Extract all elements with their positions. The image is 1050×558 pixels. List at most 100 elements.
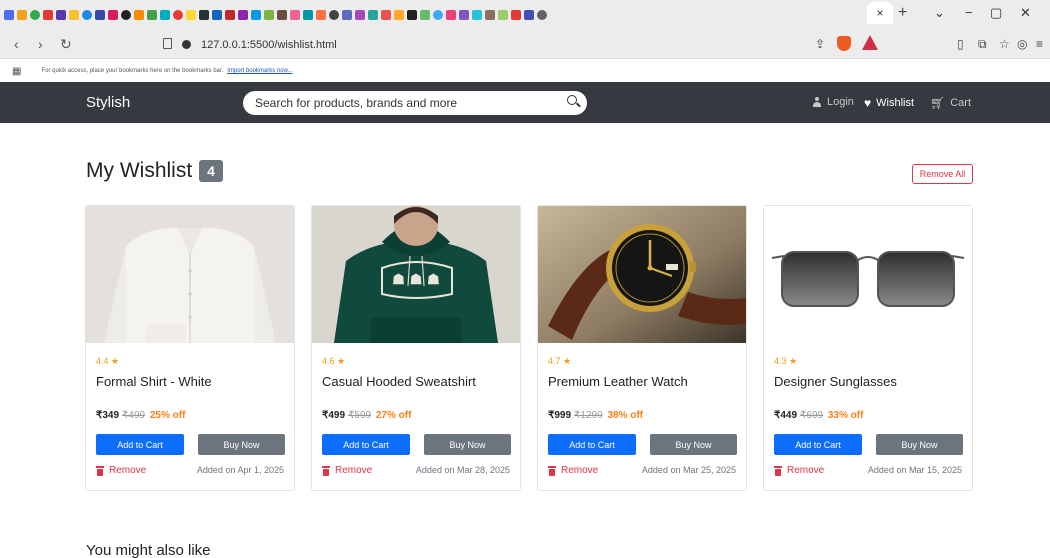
tab-favicon-icon[interactable]: [108, 10, 118, 20]
tab-favicon-icon[interactable]: [511, 10, 521, 20]
tab-favicon-icon[interactable]: [212, 10, 222, 20]
tab-favicon-icon[interactable]: [290, 10, 300, 20]
product-image[interactable]: [764, 206, 972, 343]
buy-now-button[interactable]: Buy Now: [650, 434, 737, 455]
remove-button[interactable]: Remove: [548, 465, 598, 476]
buy-now-button[interactable]: Buy Now: [876, 434, 963, 455]
tab-favicon-icon[interactable]: [173, 10, 183, 20]
tab-favicon-icon[interactable]: [264, 10, 274, 20]
vpn-shield-icon[interactable]: ◎: [1017, 37, 1027, 51]
search-input[interactable]: [255, 96, 555, 110]
tab-favicon-icon[interactable]: [329, 10, 339, 20]
remove-all-button[interactable]: Remove All: [912, 164, 973, 184]
forward-icon[interactable]: ›: [38, 36, 43, 52]
tab-favicon-icon[interactable]: [147, 10, 157, 20]
tab-favicon-icon[interactable]: [69, 10, 79, 20]
active-tab[interactable]: ×: [867, 2, 893, 24]
reload-icon[interactable]: ↻: [60, 36, 72, 53]
site-info-icon[interactable]: [182, 40, 191, 49]
tab-favicon-icon[interactable]: [303, 10, 313, 20]
remove-button[interactable]: Remove: [774, 465, 824, 476]
tab-favicon-icon[interactable]: [238, 10, 248, 20]
tab-favicon-icon[interactable]: [56, 10, 66, 20]
login-link[interactable]: Login: [812, 96, 854, 108]
tab-favicon-icon[interactable]: [537, 10, 547, 20]
import-bookmarks-link[interactable]: Import bookmarks now...: [227, 68, 292, 74]
product-name[interactable]: Premium Leather Watch: [548, 374, 688, 389]
add-to-cart-button[interactable]: Add to Cart: [774, 434, 862, 455]
product-image[interactable]: [538, 206, 746, 343]
product-price: ₹499 ₹599 27% off: [322, 410, 411, 421]
brand-logo[interactable]: Stylish: [86, 94, 130, 111]
tab-favicon-icon[interactable]: [524, 10, 534, 20]
product-name[interactable]: Casual Hooded Sweatshirt: [322, 374, 476, 389]
tab-favicon-icon[interactable]: [433, 10, 443, 20]
url-text[interactable]: 127.0.0.1:5500/wishlist.html: [201, 39, 337, 51]
tab-favicon-icon[interactable]: [160, 10, 170, 20]
search-bar[interactable]: [243, 91, 587, 115]
tab-favicon-icon[interactable]: [355, 10, 365, 20]
tab-close-icon[interactable]: ×: [876, 6, 883, 20]
page-title-text: My Wishlist: [86, 159, 193, 182]
apps-grid-icon[interactable]: ▦: [12, 66, 21, 77]
close-window-icon[interactable]: ✕: [1020, 5, 1031, 21]
tab-favicon-icon[interactable]: [381, 10, 391, 20]
share-icon[interactable]: ⇪: [815, 37, 825, 51]
tab-favicon-icon[interactable]: [121, 10, 131, 20]
tab-favicon-icon[interactable]: [420, 10, 430, 20]
tab-favicon-icon[interactable]: [407, 10, 417, 20]
brave-shields-icon[interactable]: [837, 36, 851, 51]
remove-button[interactable]: Remove: [322, 465, 372, 476]
tab-favicon-icon[interactable]: [446, 10, 456, 20]
tab-favicon-icon[interactable]: [225, 10, 235, 20]
product-name[interactable]: Designer Sunglasses: [774, 374, 897, 389]
add-to-cart-button[interactable]: Add to Cart: [96, 434, 184, 455]
tab-favicon-icon[interactable]: [498, 10, 508, 20]
tab-favicon-icon[interactable]: [4, 10, 14, 20]
wishlist-link[interactable]: ♥ Wishlist: [864, 96, 914, 110]
tab-favicon-icon[interactable]: [459, 10, 469, 20]
tab-search-icon[interactable]: ⧉: [978, 37, 987, 52]
tab-favicon-icon[interactable]: [472, 10, 482, 20]
sidebar-toggle-icon[interactable]: ▯: [957, 37, 964, 51]
tab-favicon-icon[interactable]: [342, 10, 352, 20]
buy-now-button[interactable]: Buy Now: [198, 434, 285, 455]
add-to-cart-button[interactable]: Add to Cart: [548, 434, 636, 455]
cart-link[interactable]: 🛒︎ Cart: [930, 96, 971, 110]
new-tab-icon[interactable]: +: [898, 4, 907, 22]
discount-label: 25% off: [149, 410, 186, 421]
remove-button[interactable]: Remove: [96, 465, 146, 476]
address-bar[interactable]: 127.0.0.1:5500/wishlist.html: [182, 34, 882, 55]
favorites-icon[interactable]: ☆: [999, 37, 1010, 51]
tab-favicon-icon[interactable]: [30, 10, 40, 20]
product-image[interactable]: [86, 206, 294, 343]
tab-favicon-icon[interactable]: [186, 10, 196, 20]
tab-favicon-icon[interactable]: [95, 10, 105, 20]
tab-favicon-icon[interactable]: [134, 10, 144, 20]
tab-favicon-icon[interactable]: [485, 10, 495, 20]
tab-list-chevron-icon[interactable]: ⌄: [934, 5, 945, 21]
back-icon[interactable]: ‹: [14, 36, 19, 52]
trash-icon: [548, 465, 556, 476]
tab-favicon-icon[interactable]: [368, 10, 378, 20]
discount-label: 27% off: [375, 410, 412, 421]
bookmark-icon[interactable]: [163, 38, 172, 49]
product-image[interactable]: ☗ ☗ ☗: [312, 206, 520, 343]
trash-icon: [322, 465, 330, 476]
maximize-icon[interactable]: ▢: [990, 5, 1002, 21]
product-name[interactable]: Formal Shirt - White: [96, 374, 212, 389]
menu-icon[interactable]: ≡: [1036, 37, 1043, 51]
brave-rewards-icon[interactable]: [862, 35, 878, 50]
tab-favicon-icon[interactable]: [82, 10, 92, 20]
minimize-icon[interactable]: −: [965, 5, 973, 20]
tab-favicon-icon[interactable]: [277, 10, 287, 20]
add-to-cart-button[interactable]: Add to Cart: [322, 434, 410, 455]
tab-favicon-icon[interactable]: [43, 10, 53, 20]
tab-favicon-icon[interactable]: [199, 10, 209, 20]
tab-favicon-icon[interactable]: [251, 10, 261, 20]
tab-favicon-icon[interactable]: [17, 10, 27, 20]
tab-favicon-icon[interactable]: [316, 10, 326, 20]
buy-now-button[interactable]: Buy Now: [424, 434, 511, 455]
search-icon[interactable]: [567, 95, 577, 105]
tab-favicon-icon[interactable]: [394, 10, 404, 20]
